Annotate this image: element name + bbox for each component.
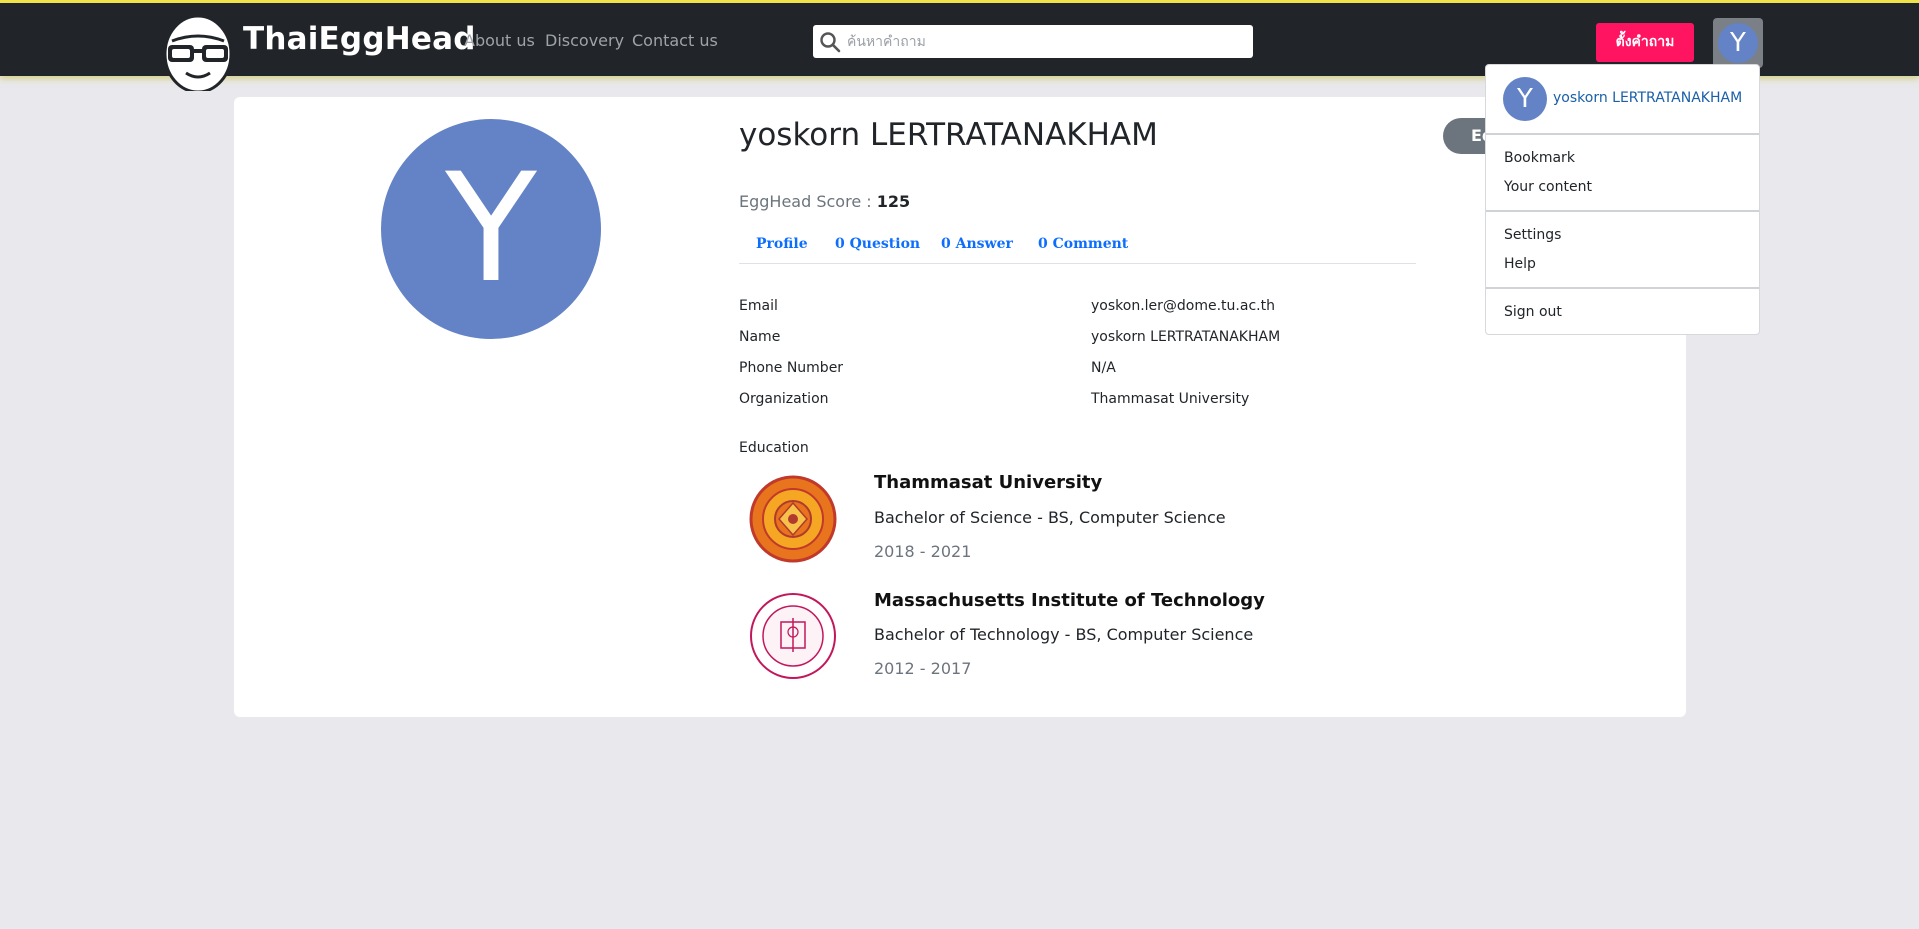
ask-question-button[interactable]: ตั้งคำถาม [1596, 23, 1694, 62]
divider [1486, 287, 1759, 289]
search-input[interactable] [845, 29, 1249, 55]
mit-seal-icon [749, 592, 837, 680]
divider [1486, 133, 1759, 135]
divider [1486, 210, 1759, 212]
user-dropdown-menu: Y yoskorn LERTRATANAKHAM Bookmark Your c… [1485, 64, 1760, 335]
profile-tabs: Profile 0 Question 0 Answer 0 Comment [739, 233, 1416, 264]
nav-contact-us[interactable]: Contact us [632, 31, 718, 50]
tab-answers[interactable]: 0 Answer [941, 236, 1013, 252]
organization-value: Thammasat University [1091, 391, 1250, 407]
search-bar [813, 25, 1253, 58]
tab-comments[interactable]: 0 Comment [1038, 236, 1128, 252]
profile-name: yoskorn LERTRATANAKHAM [739, 117, 1158, 153]
phone-value: N/A [1091, 360, 1116, 376]
profile-avatar: Y [381, 119, 601, 339]
phone-label: Phone Number [739, 360, 844, 376]
email-value: yoskon.ler@dome.tu.ac.th [1091, 298, 1275, 314]
name-label: Name [739, 329, 781, 345]
education-heading: Education [739, 440, 809, 456]
school-name: Thammasat University [874, 472, 1103, 493]
user-avatar-button[interactable]: Y [1713, 18, 1763, 68]
dropdown-user-name[interactable]: yoskorn LERTRATANAKHAM [1553, 90, 1742, 106]
thammasat-seal-icon [749, 475, 837, 563]
avatar: Y [1718, 23, 1758, 63]
score-label: EggHead Score : [739, 192, 872, 211]
score-value: 125 [876, 192, 911, 211]
search-icon[interactable] [819, 31, 841, 53]
menu-item-sign-out[interactable]: Sign out [1504, 304, 1562, 320]
egghead-logo-icon[interactable] [158, 11, 238, 94]
nav-about-us[interactable]: About us [464, 31, 535, 50]
avatar: Y [1503, 77, 1547, 121]
menu-item-bookmark[interactable]: Bookmark [1504, 150, 1575, 166]
menu-item-help[interactable]: Help [1504, 256, 1536, 272]
nav-discovery[interactable]: Discovery [545, 31, 624, 50]
degree: Bachelor of Science - BS, Computer Scien… [874, 508, 1226, 527]
egghead-score: EggHead Score : 125 [739, 192, 910, 211]
school-name: Massachusetts Institute of Technology [874, 590, 1265, 611]
study-years: 2012 - 2017 [874, 659, 972, 678]
menu-item-settings[interactable]: Settings [1504, 227, 1561, 243]
degree: Bachelor of Technology - BS, Computer Sc… [874, 625, 1254, 644]
tab-questions[interactable]: 0 Question [835, 236, 920, 252]
organization-label: Organization [739, 391, 829, 407]
tab-profile[interactable]: Profile [756, 236, 808, 252]
email-label: Email [739, 298, 778, 314]
study-years: 2018 - 2021 [874, 542, 972, 561]
name-value: yoskorn LERTRATANAKHAM [1091, 329, 1281, 345]
menu-item-your-content[interactable]: Your content [1504, 179, 1592, 195]
brand-name[interactable]: ThaiEggHead [243, 21, 476, 57]
